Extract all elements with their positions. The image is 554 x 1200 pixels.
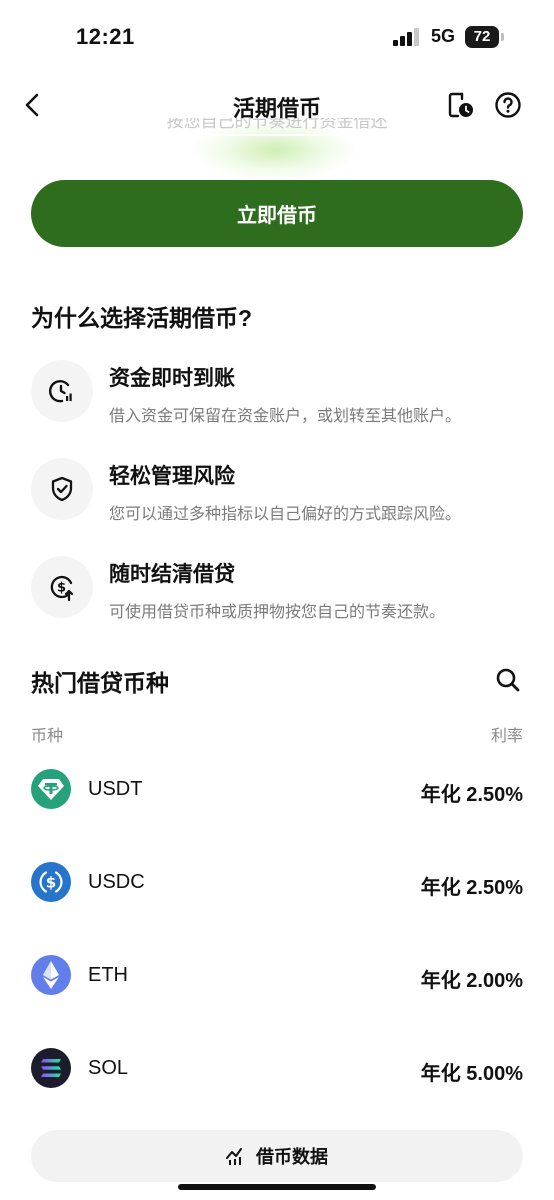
borrow-data-button[interactable]: 借币数据 <box>31 1130 523 1182</box>
coin-rate: 年化 2.00% <box>420 970 523 992</box>
chart-icon <box>226 1148 242 1165</box>
coin-name: ETH <box>88 964 128 986</box>
borrow-data-label: 借币数据 <box>256 1147 328 1167</box>
battery-tip <box>501 33 504 41</box>
coin-row-sol[interactable]: SOL 年化 5.00% <box>31 1048 523 1092</box>
popular-section-title: 热门借贷币种 <box>31 670 169 696</box>
coin-name: SOL <box>88 1057 129 1079</box>
column-header-coin: 币种 <box>31 728 64 745</box>
ethereum-icon <box>43 961 59 989</box>
history-icon <box>448 92 473 118</box>
status-bar: 12:21 5G 72 <box>0 0 554 72</box>
usdt-logo-icon <box>31 769 71 809</box>
feature-title: 轻松管理风险 <box>109 465 235 488</box>
signal-icon <box>393 28 419 46</box>
shield-check-icon <box>51 476 73 502</box>
home-indicator <box>178 1184 376 1190</box>
coin-rate: 年化 2.50% <box>420 784 523 806</box>
feature-item: 资金即时到账 借入资金可保留在资金账户，或划转至其他账户。 <box>31 360 531 430</box>
search-icon <box>496 668 520 692</box>
column-header-rate: 利率 <box>490 728 523 745</box>
coin-rate: 年化 5.00% <box>420 1063 523 1085</box>
sol-logo-icon <box>31 1048 71 1088</box>
feature-description: 可使用借贷币种或质押物按您自己的节奏还款。 <box>109 604 446 621</box>
hero-cover <box>0 134 554 136</box>
clock-chart-icon <box>48 380 72 403</box>
status-time: 12:21 <box>76 24 135 49</box>
svg-text:$: $ <box>57 581 66 596</box>
feature-icon-container <box>31 360 93 422</box>
hero-faded-text: 按您自己的节奏进行资金借还 <box>166 118 388 131</box>
feature-item: $ 随时结清借贷 可使用借贷币种或质押物按您自己的节奏还款。 <box>31 556 531 626</box>
feature-icon-container: $ <box>31 556 93 618</box>
help-button[interactable] <box>491 88 525 122</box>
eth-logo-icon <box>31 955 71 995</box>
usdc-logo-icon: $ <box>31 862 71 902</box>
feature-description: 借入资金可保留在资金账户，或划转至其他账户。 <box>109 408 462 425</box>
battery-icon: 72 <box>465 26 505 48</box>
borrow-now-button[interactable]: 立即借币 <box>31 180 523 247</box>
feature-title: 资金即时到账 <box>109 367 235 390</box>
tether-icon <box>38 779 64 800</box>
feature-icon-container <box>31 458 93 520</box>
network-label: 5G <box>431 26 456 46</box>
solana-icon <box>41 1059 61 1077</box>
feature-item: 轻松管理风险 您可以通过多种指标以自己偏好的方式跟踪风险。 <box>31 458 531 528</box>
coin-row-usdt[interactable]: USDT 年化 2.50% <box>31 769 523 813</box>
battery-level: 72 <box>465 26 499 48</box>
svg-text:$: $ <box>46 874 56 892</box>
coin-row-usdc[interactable]: $ USDC 年化 2.50% <box>31 862 523 906</box>
coin-name: USDT <box>88 778 143 800</box>
dollar-refresh-icon: $ <box>50 575 74 601</box>
usdc-icon: $ <box>39 871 63 893</box>
why-section-title: 为什么选择活期借币? <box>31 305 253 331</box>
coin-name: USDC <box>88 871 145 893</box>
help-icon <box>495 92 521 118</box>
coin-row-eth[interactable]: ETH 年化 2.00% <box>31 955 523 999</box>
coin-rate: 年化 2.50% <box>420 877 523 899</box>
history-button[interactable] <box>444 88 478 122</box>
search-button[interactable] <box>492 664 524 696</box>
feature-description: 您可以通过多种指标以自己偏好的方式跟踪风险。 <box>109 506 462 523</box>
feature-title: 随时结清借贷 <box>109 563 235 586</box>
